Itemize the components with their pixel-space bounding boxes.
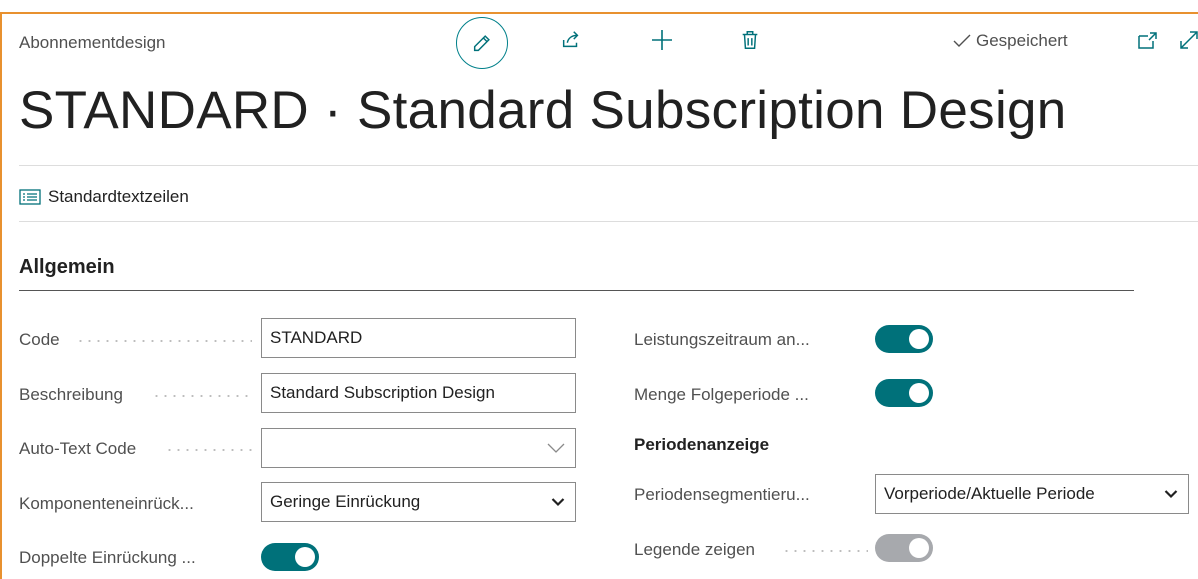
double-indent-label: Doppelte Einrückung ...	[19, 548, 196, 567]
share-button[interactable]	[558, 27, 584, 53]
chevron-down-icon	[547, 443, 565, 453]
saved-label: Gespeichert	[976, 31, 1068, 50]
leader-dots	[782, 550, 868, 552]
trash-icon	[742, 31, 758, 49]
toggle-knob	[909, 538, 929, 558]
section-title-general: Allgemein	[19, 256, 115, 278]
auto-text-code-label: Auto-Text Code	[19, 439, 137, 458]
leader-dots	[165, 449, 252, 451]
double-indent-toggle[interactable]	[261, 543, 319, 571]
toggle-knob	[909, 383, 929, 403]
leader-dots	[152, 395, 252, 397]
chevron-down-icon	[551, 498, 565, 507]
show-legend-label: Legende zeigen	[634, 540, 756, 559]
divider	[19, 221, 1198, 222]
show-legend-toggle[interactable]	[875, 534, 933, 562]
period-display-heading: Periodenanzeige	[634, 435, 770, 454]
open-new-window-button[interactable]	[1134, 28, 1160, 54]
code-value: STANDARD	[270, 328, 363, 347]
code-label: Code	[19, 330, 60, 349]
component-indent-select[interactable]: Geringe Einrückung	[261, 482, 576, 522]
expand-icon	[1180, 31, 1198, 49]
pencil-icon	[473, 35, 490, 52]
standard-text-lines-label: Standardtextzeilen	[48, 187, 189, 206]
period-segmentation-value: Vorperiode/Aktuelle Periode	[884, 484, 1095, 503]
add-button[interactable]	[649, 27, 675, 53]
delete-button[interactable]	[737, 27, 763, 53]
standard-text-lines-action[interactable]: Standardtextzeilen	[19, 187, 189, 207]
edit-button[interactable]	[456, 17, 508, 69]
quantity-next-period-label: Menge Folgeperiode ...	[634, 385, 809, 404]
share-icon	[562, 31, 579, 48]
list-icon	[19, 189, 41, 205]
component-indent-label: Komponenteneinrück...	[19, 494, 194, 513]
open-new-window-icon	[1138, 32, 1157, 49]
service-period-toggle[interactable]	[875, 325, 933, 353]
description-label: Beschreibung	[19, 385, 123, 404]
description-field[interactable]: Standard Subscription Design	[261, 373, 576, 413]
toggle-knob	[909, 329, 929, 349]
service-period-label: Leistungszeitraum an...	[634, 330, 810, 349]
code-field[interactable]: STANDARD	[261, 318, 576, 358]
saved-status: Gespeichert	[952, 31, 1068, 51]
period-segmentation-select[interactable]: Vorperiode/Aktuelle Periode	[875, 474, 1189, 514]
breadcrumb: Abonnementdesign	[19, 33, 166, 52]
description-value: Standard Subscription Design	[270, 383, 495, 402]
leader-dots	[76, 340, 252, 342]
auto-text-code-dropdown[interactable]	[261, 428, 576, 468]
section-underline	[19, 290, 1134, 291]
toggle-knob	[295, 547, 315, 567]
plus-icon	[652, 30, 672, 50]
chevron-down-icon	[1164, 490, 1178, 499]
quantity-next-period-toggle[interactable]	[875, 379, 933, 407]
component-indent-value: Geringe Einrückung	[270, 492, 421, 511]
divider	[19, 165, 1198, 166]
expand-button[interactable]	[1176, 27, 1198, 53]
page-title: STANDARD · Standard Subscription Design	[19, 81, 1067, 140]
period-segmentation-label: Periodensegmentieru...	[634, 485, 810, 504]
checkmark-icon	[953, 34, 971, 47]
